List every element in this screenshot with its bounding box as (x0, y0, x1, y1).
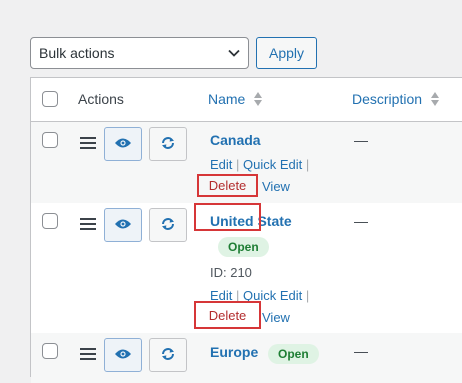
table-row: Europe Open — (31, 333, 462, 383)
term-name-link[interactable]: Europe (210, 344, 258, 360)
status-badge-label: Open (268, 344, 319, 364)
sort-arrows-icon (430, 91, 440, 110)
refresh-icon (160, 216, 176, 235)
name-column-header[interactable]: Name (208, 91, 263, 110)
chevron-down-icon (227, 46, 241, 63)
table-row: Canada Edit | Quick Edit | Delete View — (31, 122, 462, 203)
view-link[interactable]: View (262, 310, 290, 325)
sync-button[interactable] (149, 338, 187, 372)
term-name-link[interactable]: Canada (210, 132, 261, 148)
hamburger-icon[interactable] (80, 136, 96, 153)
view-link[interactable]: View (262, 179, 290, 194)
term-id: ID: 210 (210, 265, 252, 280)
status-badge: Open (268, 344, 319, 364)
hamburger-icon[interactable] (80, 217, 96, 234)
term-description: — (354, 213, 368, 229)
select-all-checkbox[interactable] (42, 91, 58, 107)
bulk-actions-value: Bulk actions (39, 45, 115, 61)
eye-icon (114, 347, 132, 363)
row-checkbox[interactable] (42, 213, 58, 229)
separator: | (305, 157, 310, 172)
row-actions: Edit | Quick Edit | (210, 157, 309, 172)
sort-arrows-icon (253, 91, 263, 110)
bulk-actions-select[interactable]: Bulk actions (30, 37, 249, 69)
sync-button[interactable] (149, 127, 187, 161)
status-badge: Open (218, 237, 269, 257)
sync-button[interactable] (149, 208, 187, 242)
row-checkbox[interactable] (42, 343, 58, 359)
delete-highlight-placeholder (194, 203, 261, 231)
quick-edit-link[interactable]: Quick Edit (243, 157, 302, 172)
status-badge-label: Open (218, 237, 269, 257)
refresh-icon (160, 135, 176, 154)
delete-highlight: Delete (197, 174, 258, 197)
delete-link[interactable]: Delete (209, 178, 247, 193)
term-description: — (354, 343, 368, 359)
apply-button[interactable]: Apply (256, 37, 317, 69)
actions-column-header: Actions (78, 91, 124, 107)
separator: | (236, 157, 240, 172)
refresh-icon (160, 346, 176, 365)
hamburger-icon[interactable] (80, 347, 96, 364)
table-header: Actions Name Description (31, 78, 462, 122)
edit-link[interactable]: Edit (210, 157, 232, 172)
terms-table: Actions Name Description Canada Edit | Q… (30, 77, 462, 383)
name-header-label: Name (208, 91, 246, 108)
description-header-label: Description (352, 91, 423, 108)
delete-link[interactable]: Delete (209, 308, 247, 323)
view-toggle-button[interactable] (104, 127, 142, 161)
description-column-header[interactable]: Description (352, 91, 440, 110)
row-checkbox[interactable] (42, 132, 58, 148)
view-toggle-button[interactable] (104, 338, 142, 372)
separator: | (305, 288, 310, 303)
table-row: United State Open ID: 210 Edit | Quick E… (31, 203, 462, 333)
delete-highlight: Delete (194, 301, 261, 329)
eye-icon (114, 136, 132, 152)
view-toggle-button[interactable] (104, 208, 142, 242)
eye-icon (114, 217, 132, 233)
term-description: — (354, 132, 368, 148)
